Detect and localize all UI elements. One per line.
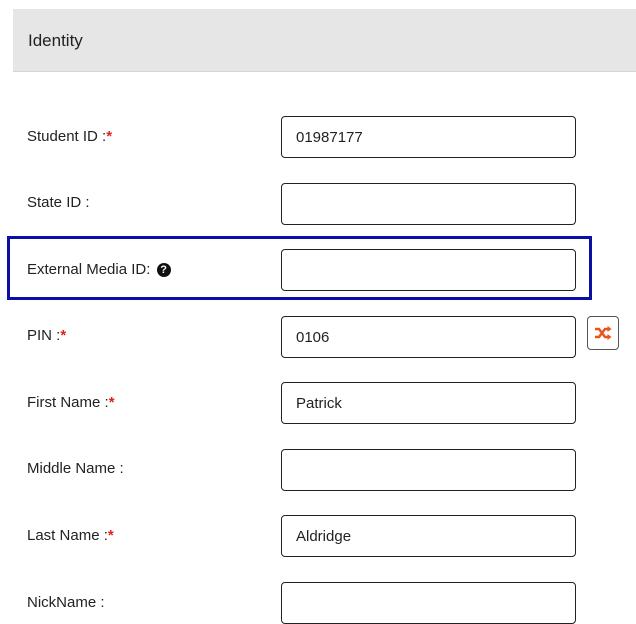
middle-name-label-text: Middle Name :	[27, 460, 124, 477]
identity-section-header: Identity	[13, 9, 636, 72]
external-media-id-label: External Media ID: ?	[27, 261, 171, 278]
first-name-input[interactable]	[281, 382, 576, 424]
required-mark: *	[106, 128, 113, 145]
nickname-input[interactable]	[281, 582, 576, 624]
first-name-label: First Name :*	[27, 394, 115, 411]
nickname-label: NickName :	[27, 594, 105, 611]
state-id-label-text: State ID :	[27, 194, 90, 211]
student-id-label: Student ID :*	[27, 128, 112, 145]
shuffle-icon	[595, 326, 612, 340]
nickname-label-text: NickName :	[27, 594, 105, 611]
first-name-label-text: First Name :	[27, 394, 109, 411]
question-circle-icon[interactable]: ?	[156, 263, 171, 277]
external-media-id-input[interactable]	[281, 249, 576, 291]
last-name-input[interactable]	[281, 515, 576, 557]
state-id-input[interactable]	[281, 183, 576, 225]
student-id-input[interactable]	[281, 116, 576, 158]
external-media-id-label-text: External Media ID:	[27, 261, 151, 278]
section-title: Identity	[28, 31, 83, 50]
last-name-label: Last Name :*	[27, 527, 114, 544]
pin-label: PIN :*	[27, 327, 66, 344]
required-mark: *	[60, 327, 67, 344]
middle-name-input[interactable]	[281, 449, 576, 491]
middle-name-label: Middle Name :	[27, 460, 124, 477]
generate-pin-button[interactable]	[587, 316, 619, 350]
required-mark: *	[108, 394, 115, 411]
state-id-label: State ID :	[27, 194, 90, 211]
required-mark: *	[107, 527, 114, 544]
last-name-label-text: Last Name :	[27, 527, 108, 544]
pin-input[interactable]	[281, 316, 576, 358]
student-id-label-text: Student ID :	[27, 128, 107, 145]
pin-label-text: PIN :	[27, 327, 61, 344]
